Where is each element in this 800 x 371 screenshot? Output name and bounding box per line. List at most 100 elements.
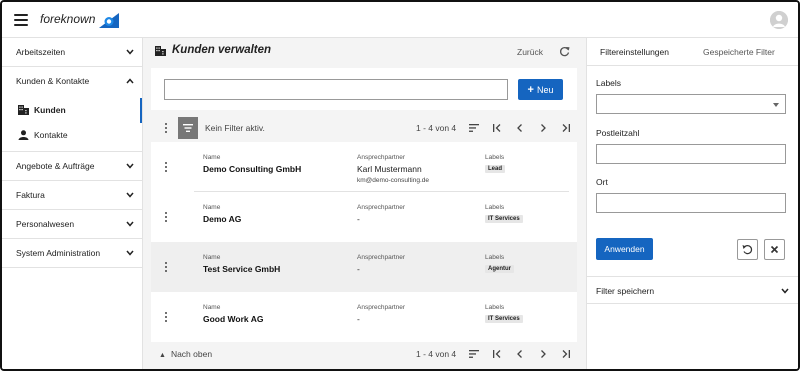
contact-email: km@demo-consulting.de bbox=[357, 177, 429, 184]
sidebar-section-label: Angebote & Aufträge bbox=[16, 161, 95, 171]
sidebar-section-label: Kunden & Kontakte bbox=[16, 76, 90, 86]
more-vert-icon[interactable] bbox=[165, 312, 168, 323]
sidebar-section-arbeitszeiten[interactable]: Arbeitszeiten bbox=[2, 38, 142, 67]
first-page-icon[interactable] bbox=[492, 349, 502, 359]
filter-status: Kein Filter aktiv. bbox=[205, 123, 265, 133]
chevron-down-icon bbox=[781, 288, 789, 294]
table-row[interactable]: Name Test Service GmbH Ansprechpartner -… bbox=[151, 242, 577, 292]
sidebar-subgroup: Kunden Kontakte bbox=[2, 96, 142, 152]
filter-tabs: Filtereinstellungen Gespeicherte Filter bbox=[587, 38, 798, 66]
pagination-range: 1 - 4 von 4 bbox=[416, 123, 457, 133]
top-bar: foreknown bbox=[2, 2, 798, 38]
sidebar-item-kontakte[interactable]: Kontakte bbox=[2, 123, 142, 148]
sidebar-section-personalwesen[interactable]: Personalwesen bbox=[2, 210, 142, 239]
clear-button[interactable] bbox=[764, 239, 785, 260]
name-label: Name bbox=[203, 254, 221, 261]
logo-icon bbox=[99, 13, 119, 28]
labels-label: Labels bbox=[485, 154, 505, 161]
sort-icon[interactable] bbox=[469, 349, 479, 359]
sidebar: Arbeitszeiten Kunden & Kontakte Kunden K… bbox=[2, 38, 143, 369]
user-avatar[interactable] bbox=[770, 11, 788, 29]
contact-label: Ansprechpartner bbox=[357, 204, 406, 211]
sidebar-item-label: Kontakte bbox=[34, 130, 68, 140]
prev-page-icon[interactable] bbox=[515, 349, 525, 359]
customer-name: Test Service GmbH bbox=[203, 264, 281, 274]
more-vert-icon[interactable] bbox=[165, 123, 168, 134]
caret-down-icon bbox=[773, 103, 779, 107]
sidebar-section-system-administration[interactable]: System Administration bbox=[2, 239, 142, 268]
label-badge: IT Services bbox=[485, 315, 523, 323]
label-badge: Agentur bbox=[485, 265, 514, 273]
city-field-label: Ort bbox=[596, 177, 608, 187]
first-page-icon[interactable] bbox=[492, 123, 502, 133]
page-title: Kunden verwalten bbox=[172, 44, 272, 56]
brand-name: foreknown bbox=[40, 12, 96, 26]
user-icon bbox=[770, 11, 788, 29]
tab-filtereinstellungen[interactable]: Filtereinstellungen bbox=[600, 47, 669, 57]
next-page-icon[interactable] bbox=[538, 349, 548, 359]
search-input[interactable] bbox=[164, 79, 508, 100]
sidebar-section-label: Arbeitszeiten bbox=[16, 47, 66, 57]
more-vert-icon[interactable] bbox=[165, 162, 168, 173]
sidebar-section-label: Personalwesen bbox=[16, 219, 75, 229]
sidebar-section-faktura[interactable]: Faktura bbox=[2, 181, 142, 210]
labels-field-label: Labels bbox=[596, 78, 622, 88]
building-icon bbox=[18, 105, 29, 115]
new-button-label: Neu bbox=[536, 84, 554, 95]
city-input[interactable] bbox=[596, 193, 786, 213]
save-filter-label: Filter speichern bbox=[596, 286, 655, 296]
postcode-field-label: Postleitzahl bbox=[596, 128, 640, 138]
label-badge: IT Services bbox=[485, 215, 523, 223]
page-header: Kunden verwalten Zurück bbox=[143, 38, 586, 66]
close-icon bbox=[770, 245, 779, 254]
name-label: Name bbox=[203, 304, 221, 311]
chevron-down-icon bbox=[126, 163, 134, 169]
sidebar-item-label: Kunden bbox=[34, 105, 66, 115]
arrow-up-icon: ▲ bbox=[159, 352, 166, 359]
scroll-top-button[interactable]: ▲ Nach oben bbox=[159, 349, 212, 359]
table-row[interactable]: Name Good Work AG Ansprechpartner - Labe… bbox=[151, 292, 577, 342]
chevron-down-icon bbox=[126, 221, 134, 227]
list-footer: ▲ Nach oben 1 - 4 von 4 bbox=[151, 344, 577, 364]
postcode-input[interactable] bbox=[596, 144, 786, 164]
chevron-up-icon bbox=[126, 78, 134, 84]
menu-icon[interactable] bbox=[14, 14, 28, 26]
customer-name: Good Work AG bbox=[203, 314, 264, 324]
prev-page-icon[interactable] bbox=[515, 123, 525, 133]
plus-icon: + bbox=[527, 83, 534, 96]
next-page-icon[interactable] bbox=[538, 123, 548, 133]
table-row[interactable]: Name Demo AG Ansprechpartner - Labels IT… bbox=[151, 192, 577, 242]
app-window: foreknown Arbeitszeiten Kunden & Kontakt… bbox=[0, 0, 800, 371]
table-row[interactable]: Name Demo Consulting GmbH Ansprechpartne… bbox=[151, 142, 577, 192]
sidebar-item-kunden[interactable]: Kunden bbox=[2, 98, 142, 123]
sidebar-section-label: Faktura bbox=[16, 190, 45, 200]
refresh-icon[interactable] bbox=[559, 46, 570, 57]
labels-label: Labels bbox=[485, 304, 505, 311]
customer-name: Demo Consulting GmbH bbox=[203, 164, 302, 174]
label-badge: Lead bbox=[485, 165, 506, 173]
labels-label: Labels bbox=[485, 254, 505, 261]
tab-gespeicherte-filter[interactable]: Gespeicherte Filter bbox=[703, 47, 775, 57]
sort-icon[interactable] bbox=[469, 123, 479, 133]
save-filter-section[interactable]: Filter speichern bbox=[587, 276, 798, 304]
sidebar-section-angebote-auftraege[interactable]: Angebote & Aufträge bbox=[2, 152, 142, 181]
contact-name: Karl Mustermann bbox=[357, 164, 422, 174]
more-vert-icon[interactable] bbox=[165, 262, 168, 273]
contact-name: - bbox=[357, 264, 360, 274]
undo-icon bbox=[742, 245, 753, 255]
back-button[interactable]: Zurück bbox=[517, 47, 543, 57]
chevron-down-icon bbox=[126, 250, 134, 256]
filter-button[interactable] bbox=[178, 117, 198, 139]
last-page-icon[interactable] bbox=[561, 123, 571, 133]
more-vert-icon[interactable] bbox=[165, 212, 168, 223]
contact-name: - bbox=[357, 314, 360, 324]
apply-button[interactable]: Anwenden bbox=[596, 238, 653, 260]
sidebar-section-label: System Administration bbox=[16, 248, 101, 258]
new-button[interactable]: + Neu bbox=[518, 79, 563, 100]
contact-label: Ansprechpartner bbox=[357, 304, 406, 311]
last-page-icon[interactable] bbox=[561, 349, 571, 359]
filter-panel: Filtereinstellungen Gespeicherte Filter … bbox=[586, 38, 798, 369]
sidebar-section-kunden-kontakte[interactable]: Kunden & Kontakte bbox=[2, 67, 142, 96]
labels-select[interactable] bbox=[596, 94, 786, 114]
reset-button[interactable] bbox=[737, 239, 758, 260]
